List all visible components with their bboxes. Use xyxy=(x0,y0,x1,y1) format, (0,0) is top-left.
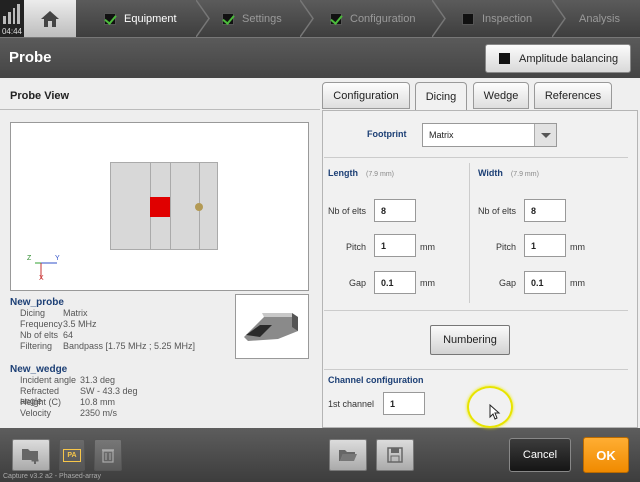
axis-label-z: Z xyxy=(27,255,32,262)
amplitude-balancing-button[interactable]: Amplitude balancing xyxy=(485,44,631,73)
chevron-right-icon xyxy=(432,0,446,37)
wedge-info: New_wedge Incident angle 31.3 deg Refract… xyxy=(10,364,138,419)
width-pitch-input[interactable]: 1 xyxy=(524,234,566,257)
home-button[interactable] xyxy=(24,0,76,37)
tab-references[interactable]: References xyxy=(534,82,612,109)
ok-button[interactable]: OK xyxy=(583,437,629,473)
dropdown-arrow-icon xyxy=(534,124,556,146)
info-row: Nb of elts 64 xyxy=(20,330,74,340)
axis-label-y: Y xyxy=(55,255,60,262)
checkbox-empty-icon xyxy=(499,53,510,64)
trash-icon xyxy=(102,449,114,463)
status-area: 04:44 xyxy=(0,0,24,37)
first-channel-input[interactable]: 1 xyxy=(383,392,425,415)
info-row: Velocity 2350 m/s xyxy=(20,408,118,418)
add-probe-button[interactable] xyxy=(12,439,50,471)
wedge-image xyxy=(244,313,298,341)
top-nav xyxy=(0,0,640,37)
divider xyxy=(324,157,628,158)
probe-canvas[interactable]: Z Y X xyxy=(10,122,309,291)
info-row: Frequency 3.5 MHz xyxy=(20,319,97,329)
info-row: Height (C) 10.8 mm xyxy=(20,397,116,407)
pa-mode-button[interactable]: PA xyxy=(59,439,85,471)
footprint-select[interactable]: Matrix xyxy=(422,123,557,147)
home-icon xyxy=(41,10,59,27)
width-gap-input[interactable]: 0.1 xyxy=(524,271,566,294)
chevron-right-icon xyxy=(196,0,210,37)
width-nb-input[interactable]: 8 xyxy=(524,199,566,222)
length-nb-label: Nb of elts xyxy=(327,206,366,216)
nav-step-settings[interactable]: Settings xyxy=(222,0,282,37)
length-gap-unit: mm xyxy=(420,278,435,288)
checkbox-checked-icon xyxy=(330,12,342,25)
numbering-button[interactable]: Numbering xyxy=(430,325,510,355)
width-nb-label: Nb of elts xyxy=(477,206,516,216)
mouse-pointer-icon xyxy=(489,404,501,420)
divider xyxy=(324,369,628,370)
footprint-label: Footprint xyxy=(367,129,407,139)
length-section-title: Length (7.9 mm) xyxy=(328,168,394,178)
width-gap-unit: mm xyxy=(570,278,585,288)
probe-view-title: Probe View xyxy=(0,78,320,110)
axis-label-x: X xyxy=(39,275,44,282)
nav-step-inspection[interactable]: Inspection xyxy=(462,0,532,37)
folder-add-icon xyxy=(22,449,39,464)
width-pitch-unit: mm xyxy=(570,242,585,252)
nav-step-equipment[interactable]: Equipment xyxy=(104,0,177,37)
length-pitch-label: Pitch xyxy=(345,242,366,252)
open-button[interactable] xyxy=(329,439,367,471)
page-title: Probe xyxy=(9,49,52,66)
save-button[interactable] xyxy=(376,439,414,471)
selected-element xyxy=(150,197,170,217)
info-row: Filtering Bandpass [1.75 MHz ; 5.25 MHz] xyxy=(20,341,196,351)
probe-name: New_probe xyxy=(10,297,64,308)
clock: 04:44 xyxy=(1,27,23,36)
divider xyxy=(324,310,628,311)
length-gap-label: Gap xyxy=(348,278,366,288)
width-pitch-label: Pitch xyxy=(495,242,516,252)
chevron-right-icon xyxy=(552,0,566,37)
tab-wedge[interactable]: Wedge xyxy=(473,82,529,109)
checkbox-empty-icon xyxy=(462,12,474,25)
save-icon xyxy=(387,447,403,463)
element-divider xyxy=(170,163,171,249)
checkbox-checked-icon xyxy=(222,12,234,25)
info-row: Incident angle 31.3 deg xyxy=(20,375,116,385)
probe-footprint xyxy=(110,162,218,250)
length-gap-input[interactable]: 0.1 xyxy=(374,271,416,294)
first-channel-label: 1st channel xyxy=(328,399,375,409)
width-gap-label: Gap xyxy=(498,278,516,288)
folder-open-icon xyxy=(339,450,357,461)
signal-icon xyxy=(3,4,20,24)
wedge-name: New_wedge xyxy=(10,364,68,375)
info-row: Refracted angle SW - 43.3 deg xyxy=(20,386,138,406)
info-row: Dicing Matrix xyxy=(20,308,88,318)
checkbox-checked-icon xyxy=(104,12,116,25)
cancel-button[interactable]: Cancel xyxy=(509,438,571,472)
probe-info: New_probe Dicing Matrix Frequency 3.5 MHz … xyxy=(10,297,195,352)
chevron-right-icon xyxy=(300,0,314,37)
length-nb-input[interactable]: 8 xyxy=(374,199,416,222)
tab-dicing[interactable]: Dicing xyxy=(415,82,467,111)
wedge-thumbnail xyxy=(235,294,309,359)
width-section-title: Width (7.9 mm) xyxy=(478,168,539,178)
tab-configuration[interactable]: Configuration xyxy=(322,82,410,109)
length-pitch-unit: mm xyxy=(420,242,435,252)
length-pitch-input[interactable]: 1 xyxy=(374,234,416,257)
delete-button[interactable] xyxy=(94,439,122,471)
channel-config-title: Channel configuration xyxy=(328,375,424,385)
nav-step-analysis[interactable]: Analysis xyxy=(579,0,620,37)
probe-reference-dot xyxy=(195,203,203,211)
footer-version: Capture v3.2 a2 - Phased-array xyxy=(3,473,102,480)
nav-step-configuration[interactable]: Configuration xyxy=(330,0,415,37)
